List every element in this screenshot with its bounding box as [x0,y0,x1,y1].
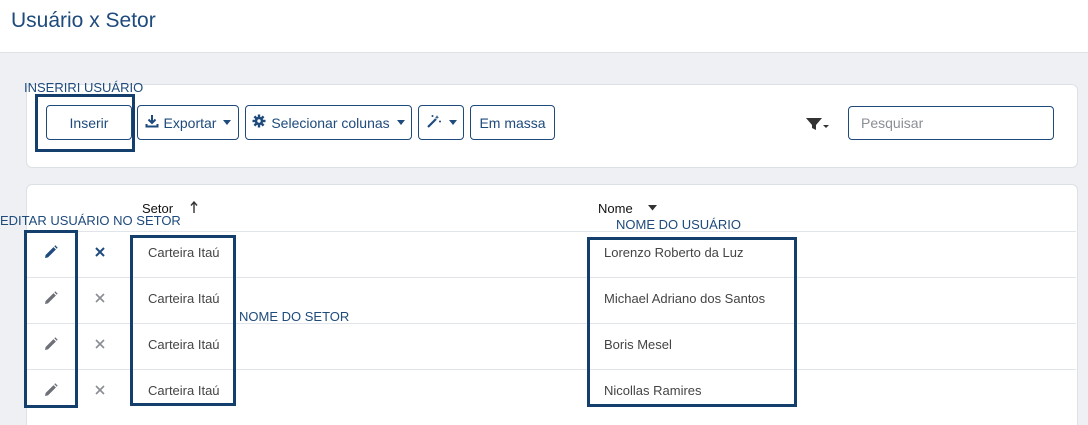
export-button-label: Exportar [163,114,217,131]
edit-column-highlight-box [24,230,78,408]
bulk-button[interactable]: Em massa [470,105,555,140]
magic-wand-icon [426,114,442,131]
column-header-label: Nome [598,201,633,216]
chevron-down-icon [223,120,232,125]
close-icon[interactable] [92,336,108,352]
insert-highlight-box [35,94,135,152]
header-divider [26,231,1076,232]
user-annotation: NOME DO USUÁRIO [616,217,741,232]
insert-annotation: INSERIRI USUÁRIO [24,80,144,95]
close-icon[interactable] [92,244,108,260]
magic-actions-button[interactable] [418,105,464,140]
chevron-down-icon [448,120,457,125]
bulk-button-label: Em massa [479,114,546,131]
sector-annotation: NOME DO SETOR [239,309,350,324]
sector-column-highlight-box [130,235,236,406]
select-columns-label: Selecionar colunas [271,114,390,131]
close-icon[interactable] [92,290,108,306]
page-title: Usuário x Setor [11,9,156,32]
download-icon [145,114,159,131]
close-icon[interactable] [92,382,108,398]
edit-annotation: EDITAR USUÁRIO NO SETOR [0,213,181,228]
arrow-up-icon[interactable] [189,200,199,213]
filter-icon[interactable] [804,114,830,134]
page-header: Usuário x Setor [0,0,1088,53]
caret-down-icon[interactable] [647,204,657,212]
chevron-down-icon [396,120,405,125]
column-header-nome[interactable]: Nome [598,201,633,216]
select-columns-button[interactable]: Selecionar colunas [245,105,412,140]
user-column-highlight-box [587,237,797,407]
search-input[interactable] [848,106,1054,140]
export-button[interactable]: Exportar [137,105,239,140]
gear-icon [252,114,266,131]
